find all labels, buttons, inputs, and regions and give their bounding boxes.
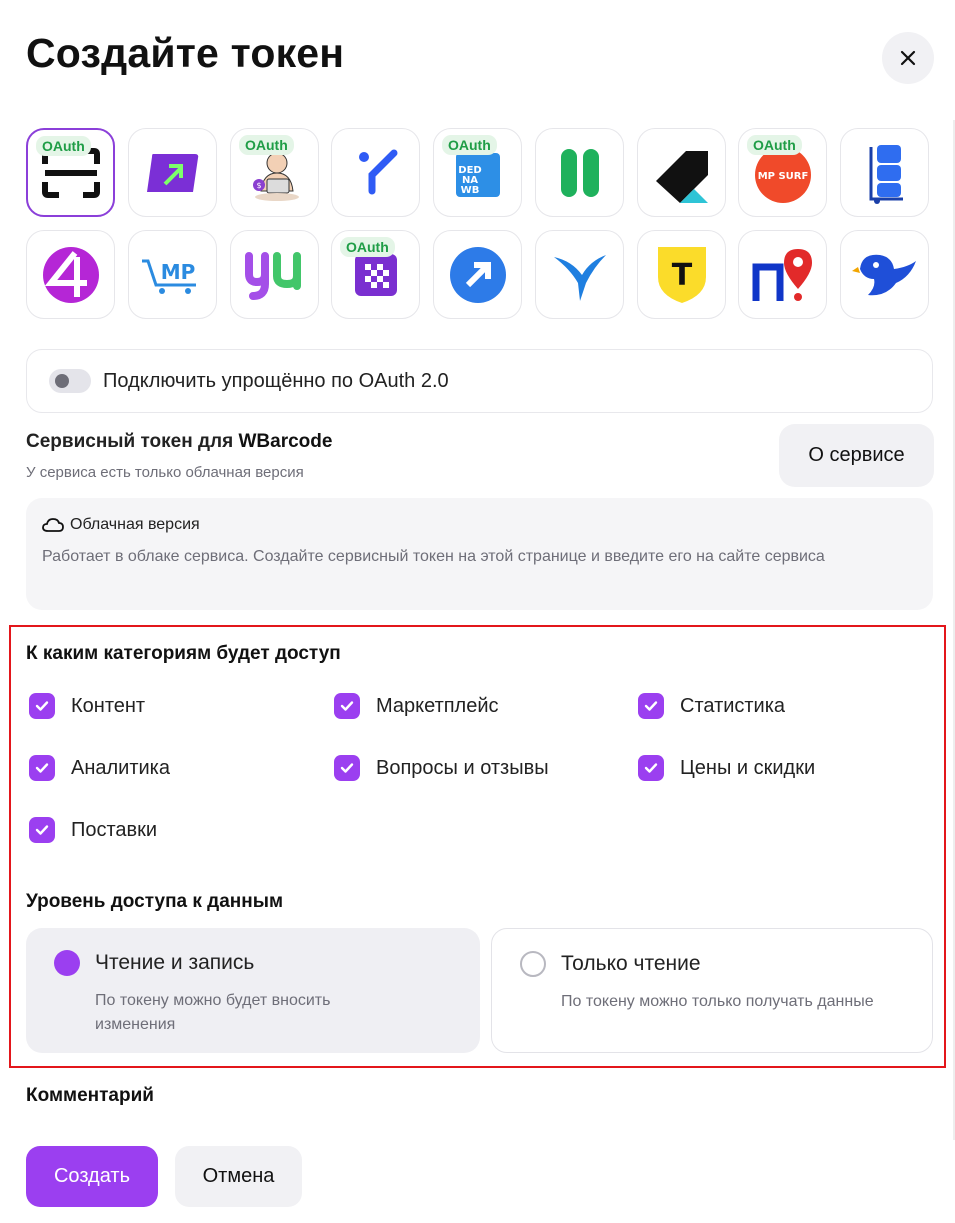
close-button[interactable] (882, 32, 934, 84)
svg-text:MP: MP (160, 260, 195, 284)
service-tile-black-arrow[interactable] (637, 128, 726, 217)
about-service-button[interactable]: О сервисе (779, 424, 934, 487)
service-token-title: Сервисный токен для WBarcode (26, 431, 332, 453)
cloud-icon (42, 517, 64, 533)
category-label: Поставки (71, 818, 158, 841)
service-tile-p-pin[interactable] (738, 230, 827, 319)
close-icon (900, 50, 916, 66)
cloud-title: Облачная версия (70, 516, 200, 533)
shield-t-icon: T (657, 246, 706, 303)
service-tile-blue-circle-arrow[interactable] (433, 230, 522, 319)
green-bars-icon (560, 148, 599, 197)
access-option-read-only[interactable]: Только чтение По токену можно только пол… (491, 928, 933, 1053)
dialog-title: Создайте токен (26, 30, 345, 76)
checkbox-checked-icon (334, 755, 360, 781)
category-checkbox-prices-discounts[interactable]: Цены и скидки (638, 755, 815, 781)
bird-icon (851, 254, 916, 295)
oauth-toggle-label: Подключить упрощённо по OAuth 2.0 (103, 369, 449, 392)
svg-text:T: T (671, 258, 692, 293)
cancel-button[interactable]: Отмена (175, 1146, 302, 1207)
checkbox-checked-icon (29, 693, 55, 719)
service-tile-scanner[interactable]: OAuth (26, 128, 115, 217)
oauth-badge: OAuth (442, 135, 497, 155)
category-checkbox-marketplace[interactable]: Маркетплейс (334, 693, 499, 719)
service-tile-blue-bird[interactable] (840, 230, 929, 319)
circle-arrow-icon (449, 246, 506, 303)
arrow-up-right-icon (146, 153, 198, 192)
service-tile-blue-y[interactable] (331, 128, 420, 217)
category-label: Цены и скидки (680, 756, 816, 779)
radio-unselected-icon (520, 951, 546, 977)
service-token-title-prefix: Сервисный токен для (26, 431, 239, 452)
bird-y-icon (553, 254, 606, 301)
service-tile-blue-bird-y[interactable] (535, 230, 624, 319)
service-tile-green-bars[interactable] (535, 128, 624, 217)
category-checkbox-analytics[interactable]: Аналитика (29, 755, 170, 781)
category-label: Аналитика (71, 756, 170, 779)
oauth-toggle-row[interactable]: Подключить упрощённо по OAuth 2.0 (26, 349, 933, 413)
create-button[interactable]: Создать (26, 1146, 158, 1207)
svg-text:$: $ (256, 181, 261, 190)
svg-text:MP SURF: MP SURF (757, 171, 808, 182)
access-option-description: По токену можно будет вносить изменения (95, 992, 331, 1033)
category-checkbox-statistics[interactable]: Статистика (638, 693, 785, 719)
access-level-title: Уровень доступа к данным (26, 891, 284, 912)
category-label: Вопросы и отзывы (376, 756, 549, 779)
cloud-version-card: Облачная версия Работает в облаке сервис… (26, 498, 933, 610)
y-logo-icon (358, 149, 397, 194)
access-option-label: Только чтение (561, 952, 701, 975)
mp-cart-icon: MP (141, 259, 196, 294)
category-checkbox-content[interactable]: Контент (29, 693, 145, 719)
cloud-description: Работает в облаке сервиса. Создайте серв… (42, 548, 825, 565)
category-checkbox-questions-reviews[interactable]: Вопросы и отзывы (334, 755, 549, 781)
service-token-subtitle: У сервиса есть только облачная версия (26, 464, 304, 481)
svg-text:WB: WB (460, 185, 479, 196)
service-tile-mp-cart[interactable]: MP (128, 230, 217, 319)
oauth-badge: OAuth (239, 135, 294, 155)
service-tile-yu-logo[interactable] (230, 230, 319, 319)
service-tile-purple-four[interactable] (26, 230, 115, 319)
checkbox-checked-icon (29, 755, 55, 781)
purple-four-icon (42, 246, 99, 303)
service-tile-man-with-laptop[interactable]: OAuth $ (230, 128, 319, 217)
access-option-label: Чтение и запись (95, 951, 255, 974)
checkbox-checked-icon (334, 693, 360, 719)
checker-grid-icon (354, 253, 397, 296)
service-tile-purple-arrow[interactable] (128, 128, 217, 217)
checkbox-checked-icon (29, 817, 55, 843)
oauth-toggle-switch[interactable] (49, 369, 91, 393)
yu-logo-icon (244, 251, 301, 300)
category-checkbox-supplies[interactable]: Поставки (29, 817, 157, 843)
comment-title: Комментарий (26, 1085, 154, 1106)
access-option-description: По токену можно только получать данные (561, 993, 874, 1010)
service-tile-blue-cart[interactable] (840, 128, 929, 217)
service-name: WBarcode (238, 431, 333, 452)
service-tile-mp-surf[interactable]: OAuth MP SURF (738, 128, 827, 217)
oauth-badge: OAuth (747, 135, 802, 155)
category-label: Маркетплейс (376, 694, 499, 717)
service-tile-purple-grid[interactable]: OAuth (331, 230, 420, 319)
oauth-badge: OAuth (36, 136, 91, 156)
categories-title: К каким категориям будет доступ (26, 643, 341, 664)
black-arrow-icon (655, 150, 708, 203)
checkbox-checked-icon (638, 755, 664, 781)
service-tile-yellow-shield-t[interactable]: T (637, 230, 726, 319)
category-label: Статистика (680, 694, 786, 717)
p-pin-icon (752, 248, 812, 301)
category-label: Контент (71, 694, 146, 717)
cart-boxes-icon (869, 144, 903, 204)
radio-selected-icon (54, 950, 80, 976)
access-option-read-write[interactable]: Чтение и запись По токену можно будет вн… (26, 928, 480, 1053)
oauth-badge: OAuth (340, 237, 395, 257)
service-tile-ded-na-wb[interactable]: OAuth DED NA WB (433, 128, 522, 217)
checkbox-checked-icon (638, 693, 664, 719)
